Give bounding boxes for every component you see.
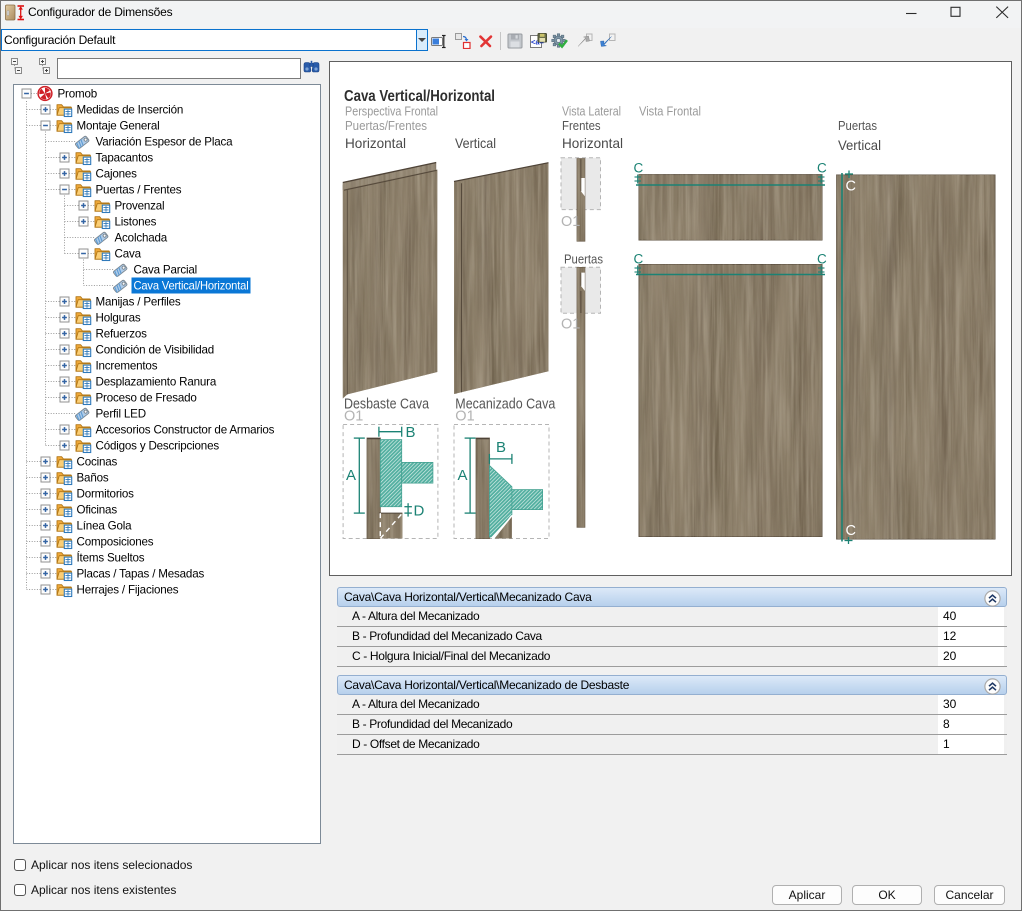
svg-text:D: D <box>414 503 425 520</box>
svg-text:Cava Vertical/Horizontal: Cava Vertical/Horizontal <box>344 88 495 105</box>
svg-text:Oficinas: Oficinas <box>77 504 118 517</box>
svg-text:Cajones: Cajones <box>96 168 138 181</box>
svg-text:C: C <box>817 161 827 176</box>
svg-text:Herrajes / Fijaciones: Herrajes / Fijaciones <box>77 584 179 597</box>
svg-text:C: C <box>846 523 856 539</box>
svg-text:O1: O1 <box>561 214 580 230</box>
svg-text:Accesorios Constructor de Arma: Accesorios Constructor de Armarios <box>96 424 275 437</box>
svg-text:Dormitorios: Dormitorios <box>77 488 135 501</box>
svg-text:O1: O1 <box>561 317 580 333</box>
svg-text:O1: O1 <box>344 409 363 425</box>
svg-text:Medidas de Inserción: Medidas de Inserción <box>77 104 184 117</box>
svg-text:Holguras: Holguras <box>96 312 141 325</box>
svg-text:Promob: Promob <box>58 88 98 101</box>
svg-text:Placas / Tapas / Mesadas: Placas / Tapas / Mesadas <box>77 568 205 581</box>
svg-text:Incrementos: Incrementos <box>96 360 158 373</box>
svg-text:B: B <box>406 424 416 441</box>
svg-text:C: C <box>817 252 827 267</box>
svg-text:Perspectiva Frontal: Perspectiva Frontal <box>345 105 438 119</box>
svg-text:Condición de Visibilidad: Condición de Visibilidad <box>96 344 215 357</box>
svg-text:Variación Espesor de Placa: Variación Espesor de Placa <box>96 136 234 149</box>
svg-text:Cava Parcial: Cava Parcial <box>134 264 198 277</box>
svg-text:B: B <box>496 439 506 456</box>
svg-text:Puertas / Frentes: Puertas / Frentes <box>96 184 182 197</box>
svg-text:Horizontal: Horizontal <box>345 135 406 151</box>
svg-text:A: A <box>346 467 356 484</box>
svg-text:Ítems Sueltos: Ítems Sueltos <box>77 552 145 565</box>
svg-text:Línea Gola: Línea Gola <box>77 520 133 533</box>
svg-text:Vertical: Vertical <box>455 135 496 151</box>
svg-text:Cocinas: Cocinas <box>77 456 118 469</box>
svg-text:Provenzal: Provenzal <box>115 200 165 213</box>
svg-text:O1: O1 <box>455 409 474 425</box>
svg-text:Tapacantos: Tapacantos <box>96 152 154 165</box>
svg-text:Montaje General: Montaje General <box>77 120 160 133</box>
svg-text:Listones: Listones <box>115 216 157 229</box>
svg-text:Manijas / Perfiles: Manijas / Perfiles <box>96 296 181 309</box>
svg-text:Refuerzos: Refuerzos <box>96 328 148 341</box>
svg-text:Acolchada: Acolchada <box>115 232 168 245</box>
svg-text:Proceso de Fresado: Proceso de Fresado <box>96 392 197 405</box>
svg-text:Vista Lateral: Vista Lateral <box>562 105 621 119</box>
svg-text:A: A <box>458 467 468 484</box>
svg-text:Puertas: Puertas <box>838 119 877 133</box>
svg-text:Vertical: Vertical <box>838 137 881 153</box>
svg-text:C: C <box>634 252 644 267</box>
svg-text:Puertas: Puertas <box>564 253 603 267</box>
svg-text:C: C <box>634 161 644 176</box>
svg-text:Perfil LED: Perfil LED <box>96 408 146 421</box>
svg-text:Frentes: Frentes <box>562 119 601 133</box>
svg-text:Códigos y Descripciones: Códigos y Descripciones <box>96 440 220 453</box>
svg-text:Cava Vertical/Horizontal: Cava Vertical/Horizontal <box>134 280 249 293</box>
svg-text:C: C <box>846 179 856 195</box>
svg-text:Horizontal: Horizontal <box>562 135 623 151</box>
svg-text:Composiciones: Composiciones <box>77 536 154 549</box>
svg-text:Desplazamiento Ranura: Desplazamiento Ranura <box>96 376 217 389</box>
svg-text:Puertas/Frentes: Puertas/Frentes <box>345 119 427 133</box>
svg-text:Cava: Cava <box>115 248 142 261</box>
svg-text:Baños: Baños <box>77 472 109 485</box>
svg-text:Vista Frontal: Vista Frontal <box>639 105 701 119</box>
